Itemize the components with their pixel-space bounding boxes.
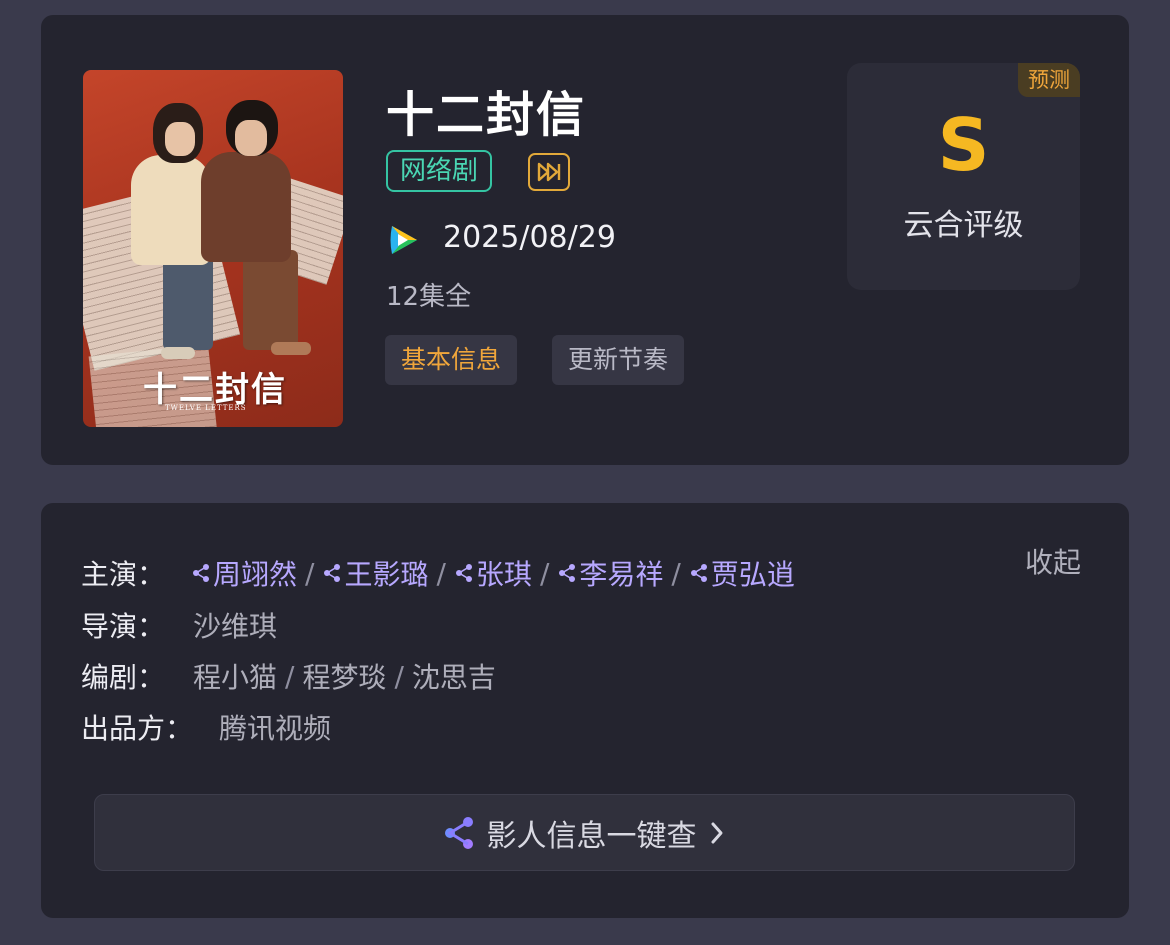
show-title: 十二封信: [386, 87, 587, 143]
cast-name: 王影璐: [344, 558, 429, 591]
cast-name: 张琪: [475, 558, 532, 591]
poster-figure: [201, 152, 291, 262]
credits-card: 收起 主演： 周翊然 / 王影璐 / 张琪 / 李易祥 / 贾弘逍 导演： 沙维…: [41, 503, 1129, 918]
poster-figure: [163, 255, 213, 350]
separator: /: [285, 659, 295, 693]
producer-row: 出品方： 腾讯视频: [81, 707, 331, 747]
writer-name: 程梦琰: [302, 661, 387, 694]
separator: /: [539, 556, 550, 590]
cast-link[interactable]: 李易祥: [557, 553, 663, 593]
poster-figure: [161, 347, 195, 359]
genre-tag: 网络剧: [386, 150, 493, 192]
predict-badge: 预测: [1018, 63, 1080, 97]
separator: /: [305, 556, 315, 590]
tab-basic-info[interactable]: 基本信息: [385, 335, 518, 385]
share-node-icon: [324, 564, 341, 582]
poster-subtitle: TWELVE LETTERS: [165, 404, 247, 412]
separator: /: [436, 556, 446, 590]
tab-update-schedule[interactable]: 更新节奏: [552, 335, 685, 385]
poster-figure: [243, 250, 298, 350]
producer-label: 出品方：: [81, 712, 194, 745]
release-date: 2025/08/29: [443, 220, 616, 255]
director-row: 导演： 沙维琪: [81, 605, 277, 645]
cast-link[interactable]: 张琪: [454, 553, 532, 593]
writer-label: 编剧：: [81, 661, 166, 694]
director-label: 导演：: [81, 610, 166, 643]
separator: /: [394, 659, 404, 693]
tencent-video-icon: [390, 226, 417, 254]
share-node-icon: [444, 816, 473, 849]
share-node-icon: [690, 564, 707, 582]
rating-box: 预测 S 云合评级: [847, 63, 1080, 290]
producer-name: 腾讯视频: [219, 712, 332, 745]
share-node-icon: [193, 564, 210, 582]
writer-row: 编剧： 程小猫 / 程梦琰 / 沈思吉: [81, 656, 496, 696]
director-name: 沙维琪: [193, 610, 278, 643]
cast-link[interactable]: 王影璐: [322, 553, 428, 593]
cast-name: 周翊然: [213, 558, 298, 591]
poster-figure: [131, 155, 211, 265]
show-summary-card: 十二封信 TWELVE LETTERS 十二封信 网络剧 2025/08/29 …: [41, 15, 1129, 465]
cast-row: 主演： 周翊然 / 王影璐 / 张琪 / 李易祥 / 贾弘逍: [81, 553, 795, 593]
cast-link[interactable]: 贾弘逍: [689, 553, 795, 593]
collapse-button[interactable]: 收起: [1025, 541, 1081, 581]
rating-grade: S: [937, 103, 990, 187]
share-node-icon: [559, 564, 576, 582]
poster-figure: [165, 122, 195, 156]
writer-name: 沈思吉: [411, 661, 496, 694]
poster-figure: [235, 120, 267, 156]
cast-name: 贾弘逍: [710, 558, 795, 591]
episode-count: 12集全: [386, 282, 472, 312]
separator: /: [671, 556, 681, 590]
fast-forward-icon[interactable]: [528, 153, 570, 191]
writer-name: 程小猫: [193, 661, 278, 694]
people-info-lookup-button[interactable]: 影人信息一键查: [94, 794, 1075, 871]
cast-label: 主演：: [81, 558, 166, 591]
cta-label: 影人信息一键查: [486, 818, 697, 854]
share-node-icon: [455, 564, 472, 582]
poster-image[interactable]: 十二封信 TWELVE LETTERS: [83, 70, 343, 427]
rating-label: 云合评级: [903, 208, 1024, 243]
cast-link[interactable]: 周翊然: [191, 553, 297, 593]
chevron-right-icon: [711, 822, 722, 843]
cast-name: 李易祥: [579, 558, 664, 591]
poster-figure: [271, 342, 311, 355]
